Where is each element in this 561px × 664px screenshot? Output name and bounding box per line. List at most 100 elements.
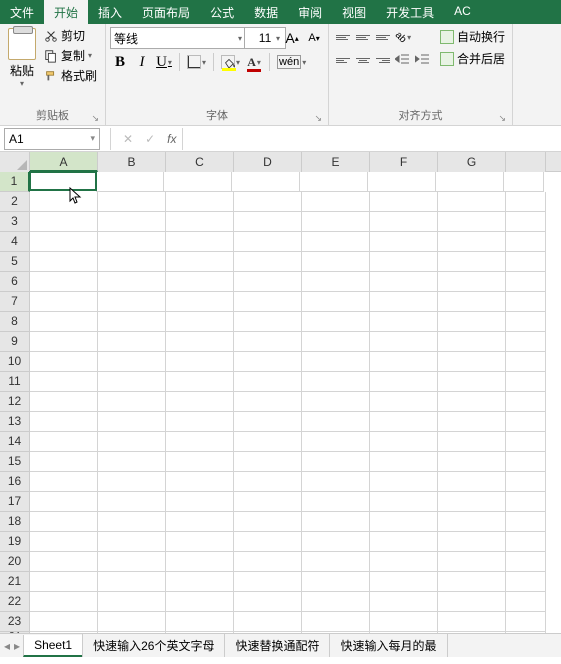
row-header-7[interactable]: 7: [0, 292, 30, 312]
cell[interactable]: [98, 472, 166, 492]
cell[interactable]: [30, 332, 98, 352]
cell[interactable]: [370, 512, 438, 532]
row-header-10[interactable]: 10: [0, 352, 30, 372]
cell[interactable]: [30, 492, 98, 512]
cell[interactable]: [166, 452, 234, 472]
sheet-tab-3[interactable]: 快速替换通配符: [224, 634, 330, 657]
cell[interactable]: [302, 492, 370, 512]
cell[interactable]: [302, 612, 370, 632]
cell[interactable]: [234, 352, 302, 372]
cell[interactable]: [166, 332, 234, 352]
column-header-A[interactable]: A: [30, 152, 98, 172]
cell[interactable]: [506, 412, 546, 432]
cell[interactable]: [438, 452, 506, 472]
cell[interactable]: [30, 412, 98, 432]
tab-pagelayout[interactable]: 页面布局: [132, 0, 200, 24]
cell[interactable]: [30, 312, 98, 332]
cell[interactable]: [506, 432, 546, 452]
cell[interactable]: [370, 432, 438, 452]
cell[interactable]: [234, 232, 302, 252]
tab-developer[interactable]: 开发工具: [376, 0, 444, 24]
cell[interactable]: [370, 292, 438, 312]
cell[interactable]: [302, 472, 370, 492]
cell[interactable]: [302, 512, 370, 532]
cell[interactable]: [506, 212, 546, 232]
cell[interactable]: [166, 432, 234, 452]
row-header-2[interactable]: 2: [0, 192, 30, 212]
cell[interactable]: [30, 552, 98, 572]
sheet-nav-prev-icon[interactable]: ◂: [4, 639, 10, 653]
tab-acrobat[interactable]: AC: [444, 0, 481, 24]
cell[interactable]: [232, 172, 300, 192]
cell[interactable]: [234, 552, 302, 572]
cell[interactable]: [98, 212, 166, 232]
cell[interactable]: [438, 392, 506, 412]
cell[interactable]: [438, 612, 506, 632]
cell[interactable]: [234, 272, 302, 292]
cell[interactable]: [506, 232, 546, 252]
cell[interactable]: [98, 412, 166, 432]
cell[interactable]: [506, 572, 546, 592]
cell[interactable]: [234, 332, 302, 352]
cell[interactable]: [98, 392, 166, 412]
cell[interactable]: [234, 312, 302, 332]
cell[interactable]: [438, 352, 506, 372]
decrease-indent-button[interactable]: [393, 49, 413, 71]
cell[interactable]: [370, 392, 438, 412]
font-size-select[interactable]: [244, 27, 286, 49]
cell[interactable]: [438, 532, 506, 552]
cell[interactable]: [506, 372, 546, 392]
cell[interactable]: [166, 252, 234, 272]
cell[interactable]: [370, 572, 438, 592]
cell[interactable]: [506, 312, 546, 332]
row-header-3[interactable]: 3: [0, 212, 30, 232]
cell[interactable]: [30, 232, 98, 252]
cell[interactable]: [30, 632, 98, 633]
cell[interactable]: [370, 492, 438, 512]
cell[interactable]: [98, 192, 166, 212]
cell[interactable]: [370, 632, 438, 633]
column-header-D[interactable]: D: [234, 152, 302, 172]
column-header-partial[interactable]: [506, 152, 546, 172]
formula-input[interactable]: [182, 128, 561, 150]
cell[interactable]: [30, 432, 98, 452]
cell[interactable]: [438, 332, 506, 352]
cell[interactable]: [506, 592, 546, 612]
row-header-24[interactable]: 24: [0, 632, 30, 633]
cell[interactable]: [166, 572, 234, 592]
row-header-22[interactable]: 22: [0, 592, 30, 612]
cell[interactable]: [438, 252, 506, 272]
row-header-14[interactable]: 14: [0, 432, 30, 452]
cell[interactable]: [166, 212, 234, 232]
cell[interactable]: [506, 612, 546, 632]
cell[interactable]: [438, 312, 506, 332]
cell[interactable]: [98, 272, 166, 292]
cell[interactable]: [234, 212, 302, 232]
cell[interactable]: [29, 171, 97, 191]
cell[interactable]: [30, 192, 98, 212]
cell[interactable]: [30, 292, 98, 312]
cell[interactable]: [98, 232, 166, 252]
cell[interactable]: [30, 512, 98, 532]
cell[interactable]: [166, 592, 234, 612]
row-header-6[interactable]: 6: [0, 272, 30, 292]
cell[interactable]: [506, 552, 546, 572]
cell[interactable]: [438, 432, 506, 452]
row-header-23[interactable]: 23: [0, 612, 30, 632]
cell[interactable]: [166, 552, 234, 572]
cell[interactable]: [166, 372, 234, 392]
cell[interactable]: [30, 212, 98, 232]
cell[interactable]: [98, 572, 166, 592]
tab-data[interactable]: 数据: [244, 0, 288, 24]
cell[interactable]: [302, 452, 370, 472]
cell[interactable]: [370, 472, 438, 492]
select-all-corner[interactable]: [0, 152, 30, 172]
cell[interactable]: [438, 472, 506, 492]
phonetic-button[interactable]: wén: [275, 51, 308, 73]
cell[interactable]: [302, 592, 370, 612]
align-left-button[interactable]: [333, 49, 353, 71]
row-header-5[interactable]: 5: [0, 252, 30, 272]
row-header-8[interactable]: 8: [0, 312, 30, 332]
cell[interactable]: [368, 172, 436, 192]
cell[interactable]: [370, 192, 438, 212]
